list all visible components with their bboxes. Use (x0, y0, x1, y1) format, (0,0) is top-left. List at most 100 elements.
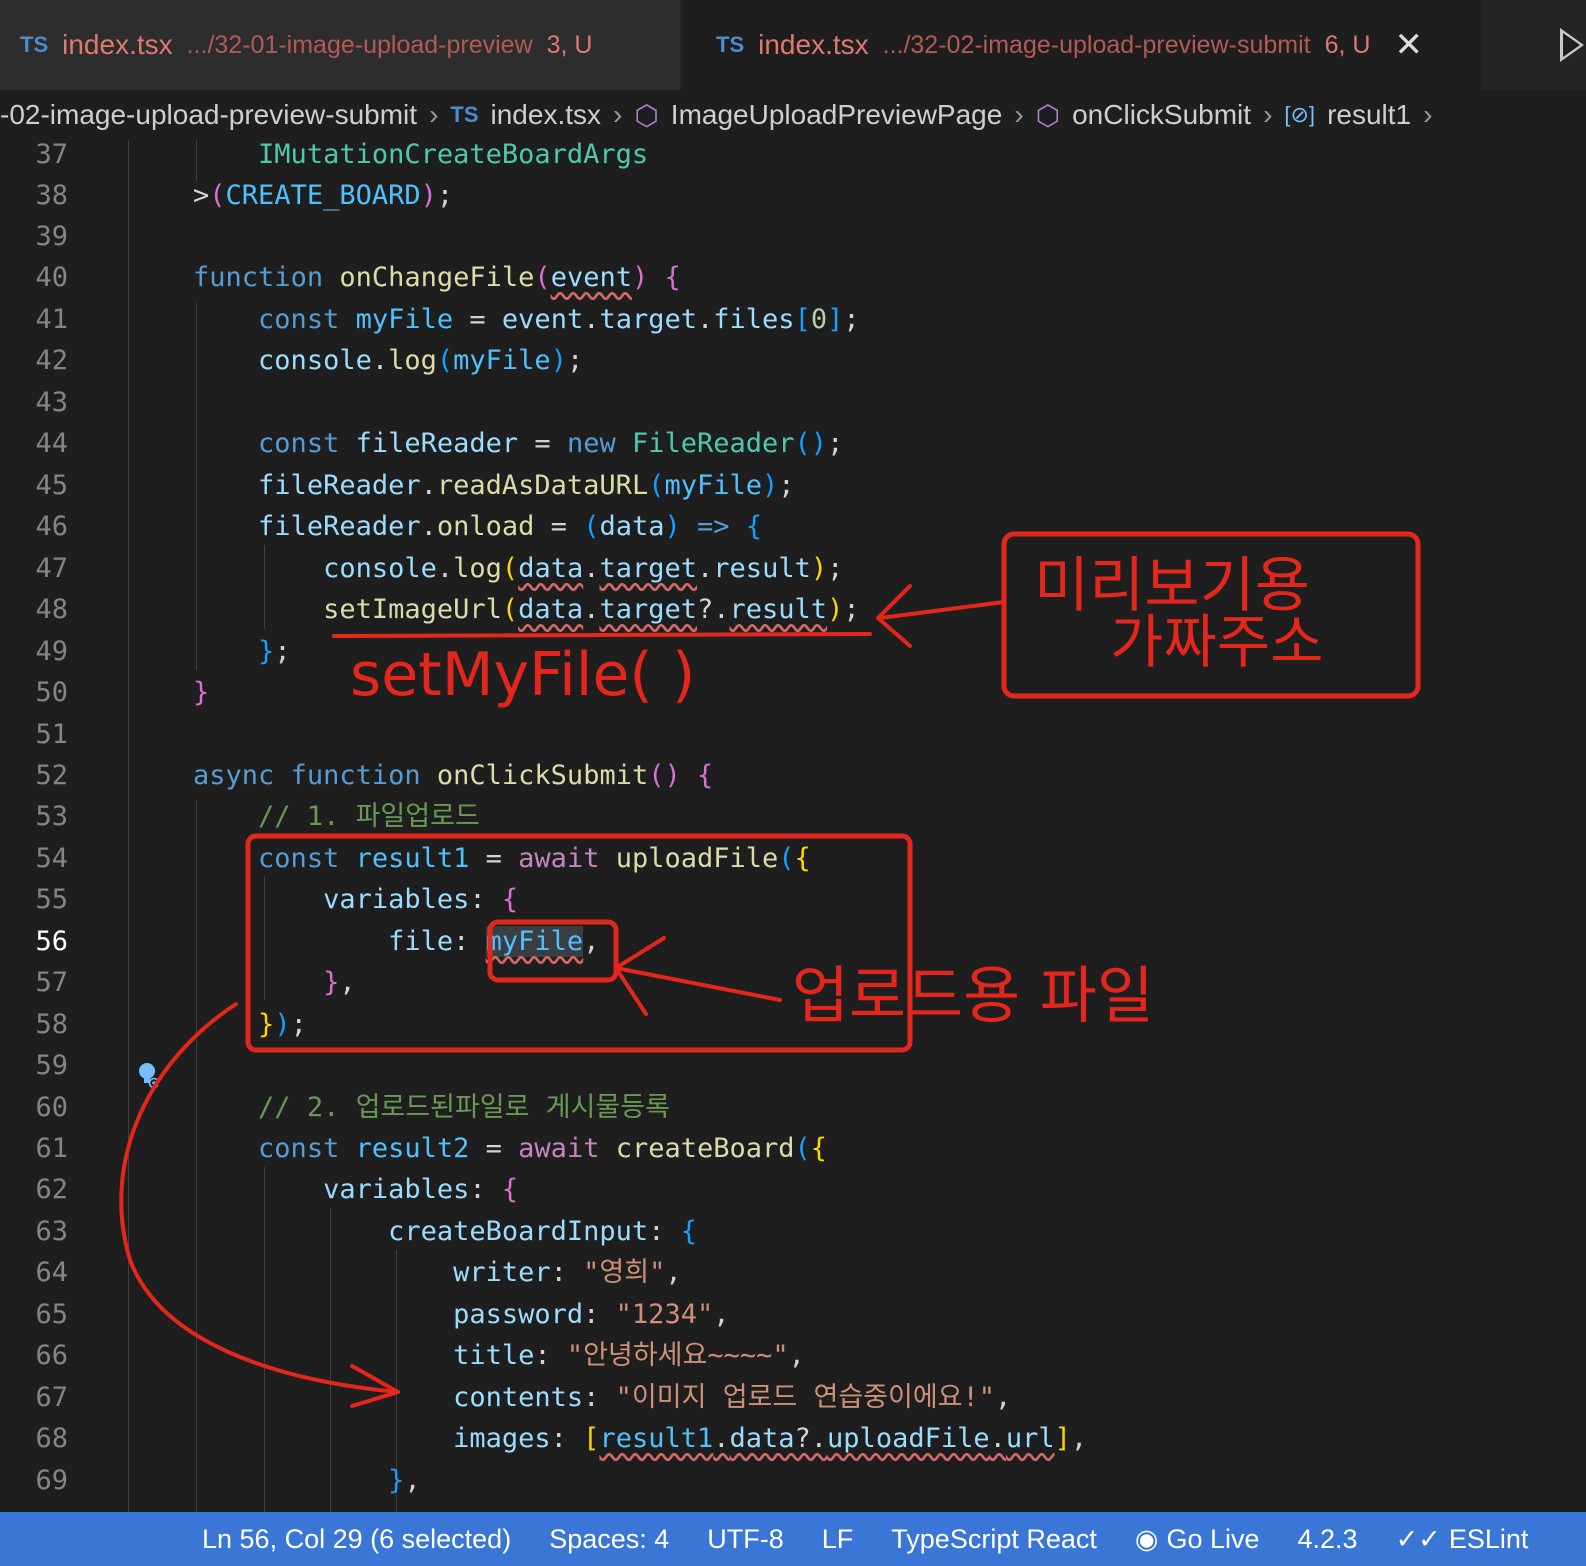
line-number: 48 (35, 594, 68, 625)
broadcast-icon: ◉ (1134, 1523, 1159, 1554)
line-number: 37 (35, 140, 68, 170)
code-line: 63 createBoardInput: { (0, 1211, 1586, 1252)
line-number: 60 (35, 1092, 68, 1123)
line-number: 52 (35, 760, 68, 791)
tab-status: 6, U (1324, 30, 1371, 59)
code-line: 56 file: myFile, (0, 921, 1586, 962)
code-line: 69 }, (0, 1460, 1586, 1501)
code-editor[interactable]: 37 IMutationCreateBoardArgs 38 >(CREATE_… (0, 140, 1586, 1512)
indentation[interactable]: Spaces: 4 (549, 1524, 669, 1555)
encoding[interactable]: UTF-8 (707, 1524, 784, 1555)
code-line: 38 >(CREATE_BOARD); (0, 175, 1586, 216)
annotation-setmyfile: setMyFile( ) (350, 640, 696, 710)
tab-index-preview-submit[interactable]: TS index.tsx .../32-02-image-upload-prev… (682, 0, 1482, 90)
line-number: 53 (35, 801, 68, 832)
code-line: 40 function onChangeFile(event) { (0, 257, 1586, 298)
component-icon: ⬡ (634, 99, 659, 131)
line-number: 42 (35, 345, 68, 376)
line-number: 40 (35, 262, 68, 293)
line-number: 56 (35, 926, 68, 957)
tab-index-preview[interactable]: TS index.tsx .../32-01-image-upload-prev… (0, 0, 680, 90)
close-icon[interactable]: ✕ (1394, 25, 1423, 65)
line-number: 67 (35, 1382, 68, 1413)
line-number: 66 (35, 1340, 68, 1371)
tab-path: .../32-02-image-upload-preview-submit (882, 30, 1311, 59)
breadcrumb-file[interactable]: index.tsx (491, 99, 602, 131)
code-line: 68 images: [result1.data?.uploadFile.url… (0, 1418, 1586, 1459)
annotation-upload-file: 업로드용 파일 (792, 959, 1154, 1032)
line-number: 50 (35, 677, 68, 708)
variable-icon: [⊘] (1284, 102, 1316, 127)
status-bar: Ln 56, Col 29 (6 selected) Spaces: 4 UTF… (0, 1512, 1586, 1566)
breadcrumb-component[interactable]: ImageUploadPreviewPage (671, 99, 1003, 131)
chevron-right-icon: › (1423, 99, 1433, 130)
code-line: 62 variables: { (0, 1169, 1586, 1210)
line-number: 55 (35, 884, 68, 915)
code-line: 44 const fileReader = new FileReader(); (0, 423, 1586, 464)
line-number: 44 (35, 428, 68, 459)
line-number: 68 (35, 1423, 68, 1454)
line-number: 69 (35, 1465, 68, 1496)
breadcrumb-variable[interactable]: result1 (1327, 99, 1411, 131)
chevron-right-icon: › (429, 99, 439, 130)
line-number: 46 (35, 511, 68, 542)
code-line: 42 console.log(myFile); (0, 340, 1586, 381)
chevron-right-icon: › (613, 99, 623, 130)
code-line: 50 } (0, 672, 1586, 713)
tab-path: .../32-01-image-upload-preview (186, 30, 533, 59)
lightbulb-icon[interactable] (138, 1062, 158, 1088)
go-live-button[interactable]: ◉ Go Live (1135, 1524, 1260, 1555)
typescript-version[interactable]: 4.2.3 (1298, 1524, 1358, 1555)
chevron-right-icon: › (1263, 99, 1273, 130)
code-line: 67 contents: "이미지 업로드 연습중이에요!", (0, 1377, 1586, 1418)
run-icon[interactable] (1560, 28, 1584, 62)
language-mode[interactable]: TypeScript React (891, 1524, 1097, 1555)
chevron-right-icon: › (1014, 99, 1024, 130)
typescript-icon: TS (716, 32, 745, 57)
line-number: 45 (35, 470, 68, 501)
line-number: 51 (35, 719, 68, 750)
annotation-preview-line2: 가짜주소 (1110, 608, 1324, 676)
line-number: 65 (35, 1299, 68, 1330)
line-number: 54 (35, 843, 68, 874)
line-number: 59 (35, 1050, 68, 1081)
code-line: 66 title: "안녕하세요~~~~", (0, 1335, 1586, 1376)
code-line: 46 fileReader.onload = (data) => { (0, 506, 1586, 547)
breadcrumb-function[interactable]: onClickSubmit (1072, 99, 1251, 131)
line-number: 64 (35, 1257, 68, 1288)
tab-filename: index.tsx (758, 29, 869, 60)
code-line: 60 // 2. 업로드된파일로 게시물등록 (0, 1087, 1586, 1128)
typescript-icon: TS (20, 32, 49, 57)
code-line: 41 const myFile = event.target.files[0]; (0, 299, 1586, 340)
line-number: 47 (35, 553, 68, 584)
breadcrumb-folder[interactable]: -02-image-upload-preview-submit (0, 99, 417, 131)
code-line: 47 console.log(data.target.result); (0, 548, 1586, 589)
eslint-button[interactable]: ✓✓ ESLint (1396, 1524, 1529, 1555)
line-number: 41 (35, 304, 68, 335)
typescript-icon: TS (450, 102, 479, 127)
code-line: 51 (0, 714, 1586, 755)
code-line: 64 writer: "영희", (0, 1252, 1586, 1293)
code-line: 59 (0, 1045, 1586, 1086)
go-live-label: Go Live (1166, 1523, 1260, 1554)
code-line: 55 variables: { (0, 879, 1586, 920)
line-number: 63 (35, 1216, 68, 1247)
line-number: 61 (35, 1133, 68, 1164)
tab-status: 3, U (546, 30, 593, 59)
line-number: 43 (35, 387, 68, 418)
code-line: 39 (0, 216, 1586, 257)
line-number: 62 (35, 1174, 68, 1205)
double-check-icon: ✓✓ (1395, 1523, 1441, 1554)
tab-bar: TS index.tsx .../32-01-image-upload-prev… (0, 0, 1586, 90)
code-line: 48 setImageUrl(data.target?.result); (0, 589, 1586, 630)
code-line: 65 password: "1234", (0, 1294, 1586, 1335)
cursor-position[interactable]: Ln 56, Col 29 (6 selected) (202, 1524, 511, 1555)
end-of-line[interactable]: LF (822, 1524, 854, 1555)
code-line: 61 const result2 = await createBoard({ (0, 1128, 1586, 1169)
line-number: 39 (35, 221, 68, 252)
eslint-label: ESLint (1448, 1523, 1529, 1554)
line-number: 49 (35, 636, 68, 667)
method-icon: ⬡ (1035, 99, 1061, 131)
code-line: 53 // 1. 파일업로드 (0, 796, 1586, 837)
code-line: 52 async function onClickSubmit() { (0, 755, 1586, 796)
